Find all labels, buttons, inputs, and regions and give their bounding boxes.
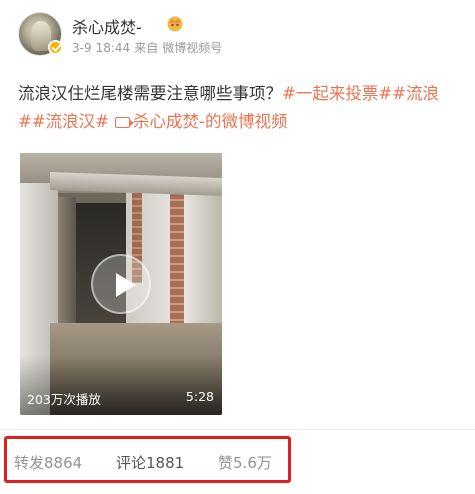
video-player[interactable]: 203万次播放 5:28: [20, 153, 222, 415]
comment-count: 1881: [146, 454, 185, 472]
post-header: 杀心成焚- 3-9 18:44 来自 微博视频号: [18, 10, 458, 58]
post-text: 流浪汉住烂尾楼需要注意哪些事项？: [18, 84, 282, 103]
verified-badge-icon: [48, 40, 63, 55]
crown-icon: [167, 16, 183, 32]
video-link[interactable]: 杀心成焚-的微博视频: [133, 112, 287, 131]
source-prefix: 来自: [134, 41, 159, 55]
hashtag-homeless[interactable]: #流浪汉#: [32, 112, 109, 131]
play-icon[interactable]: [91, 254, 151, 314]
repost-count: 8864: [44, 454, 83, 472]
post-time[interactable]: 18:44: [96, 41, 131, 55]
like-button[interactable]: 赞5.6万: [218, 452, 272, 473]
video-duration: 5:28: [185, 389, 214, 404]
video-icon[interactable]: [114, 117, 134, 128]
repost-button[interactable]: 转发8864: [14, 452, 82, 473]
post-source[interactable]: 微博视频号: [162, 41, 222, 55]
comment-button[interactable]: 评论1881: [116, 452, 184, 473]
like-label: 赞: [218, 454, 234, 472]
post-date: 3-9: [72, 41, 92, 55]
comment-label: 评论: [116, 454, 147, 472]
divider: [0, 429, 475, 430]
video-views: 203万次播放: [27, 392, 101, 407]
action-bar-highlight: 转发8864 评论1881 赞5.6万: [4, 436, 291, 483]
post-meta: 3-9 18:44 来自 微博视频号: [72, 39, 226, 56]
post-body: 流浪汉住烂尾楼需要注意哪些事项？#一起来投票##流浪##流浪汉# 杀心成焚-的微博…: [18, 80, 466, 136]
video-frame-bricks: [170, 193, 184, 333]
author-name[interactable]: 杀心成焚-: [72, 14, 142, 38]
repost-label: 转发: [14, 454, 45, 472]
play-triangle: [116, 273, 136, 297]
like-count: 5.6万: [233, 454, 272, 472]
hashtag-vote[interactable]: #一起来投票#: [282, 84, 392, 103]
